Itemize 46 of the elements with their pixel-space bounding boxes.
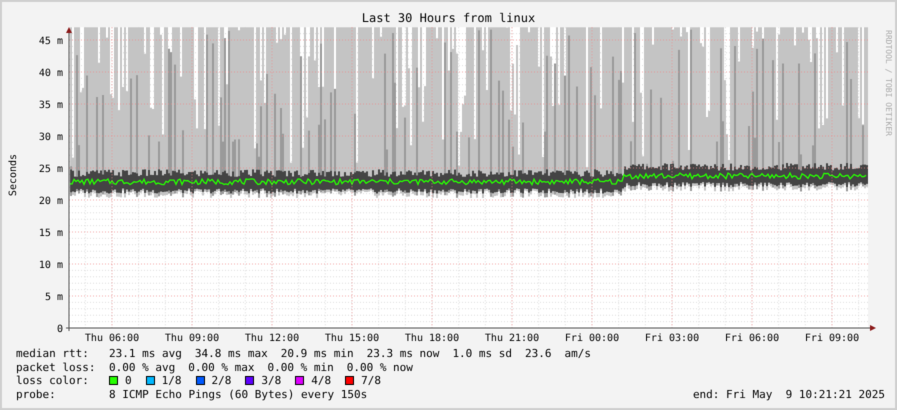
y-tick-label: 5 m xyxy=(44,292,63,303)
legend-label: median rtt: xyxy=(16,347,90,360)
x-tick-label: Thu 09:00 xyxy=(164,333,220,344)
y-tick-label: 45 m xyxy=(38,36,63,47)
legend-value: 1/8 xyxy=(162,374,182,388)
x-tick-label: Fri 00:00 xyxy=(564,333,620,344)
y-tick-label: 40 m xyxy=(38,68,63,79)
legend-value: 34.8 ms max xyxy=(194,347,268,360)
legend-label: loss color: xyxy=(16,374,90,388)
x-tick-label: Thu 12:00 xyxy=(244,333,300,344)
legend-label: packet loss: xyxy=(16,360,96,374)
y-tick-label: 0 xyxy=(56,324,63,335)
probe-text: 8 ICMP Echo Pings (60 Bytes) every 150s xyxy=(109,388,368,402)
legend-label: probe: xyxy=(16,388,57,402)
legend-value: 2/8 xyxy=(212,374,232,388)
chart-title: Last 30 Hours from linux xyxy=(360,10,536,25)
y-tick-label: 30 m xyxy=(38,132,63,143)
legend-value: 4/8 xyxy=(311,374,332,388)
x-tick-label: Fri 09:00 xyxy=(804,333,860,344)
credit-text: RRDTOOL / TOBI OETIKER xyxy=(884,30,893,136)
y-tick-label: 35 m xyxy=(38,100,63,111)
y-tick-label: 25 m xyxy=(38,164,63,175)
legend-value: 1.0 ms sd xyxy=(452,347,512,360)
legend-value: 0.00 % min xyxy=(267,360,334,374)
legend-value: 20.9 ms min xyxy=(280,347,354,360)
x-tick-label: Fri 03:00 xyxy=(644,333,700,344)
legend-value: 0.00 % now xyxy=(346,360,413,374)
x-tick-label: Thu 18:00 xyxy=(404,333,460,344)
legend-value: 23.3 ms now xyxy=(366,347,440,360)
legend-value: 0 xyxy=(125,374,132,388)
y-axis-label: Seconds xyxy=(8,154,19,196)
x-tick-label: Thu 21:00 xyxy=(484,333,540,344)
y-tick-label: 15 m xyxy=(38,228,63,239)
x-tick-label: Thu 06:00 xyxy=(84,333,140,344)
legend-value: am/s xyxy=(564,347,592,360)
legend-value: 23.6 xyxy=(525,347,552,360)
end-time: end: Fri May 9 10:21:21 2025 xyxy=(692,388,885,402)
legend-value: 7/8 xyxy=(361,374,381,388)
x-tick-label: Thu 15:00 xyxy=(324,333,380,344)
x-tick-label: Fri 06:00 xyxy=(724,333,780,344)
legend-value: 0.00 % max xyxy=(188,360,254,374)
legend-value: 3/8 xyxy=(261,374,282,388)
legend-value: 23.1 ms avg xyxy=(109,347,182,360)
legend-value: 0.00 % avg xyxy=(109,360,176,374)
y-tick-label: 20 m xyxy=(38,196,63,207)
y-tick-label: 10 m xyxy=(38,260,63,271)
